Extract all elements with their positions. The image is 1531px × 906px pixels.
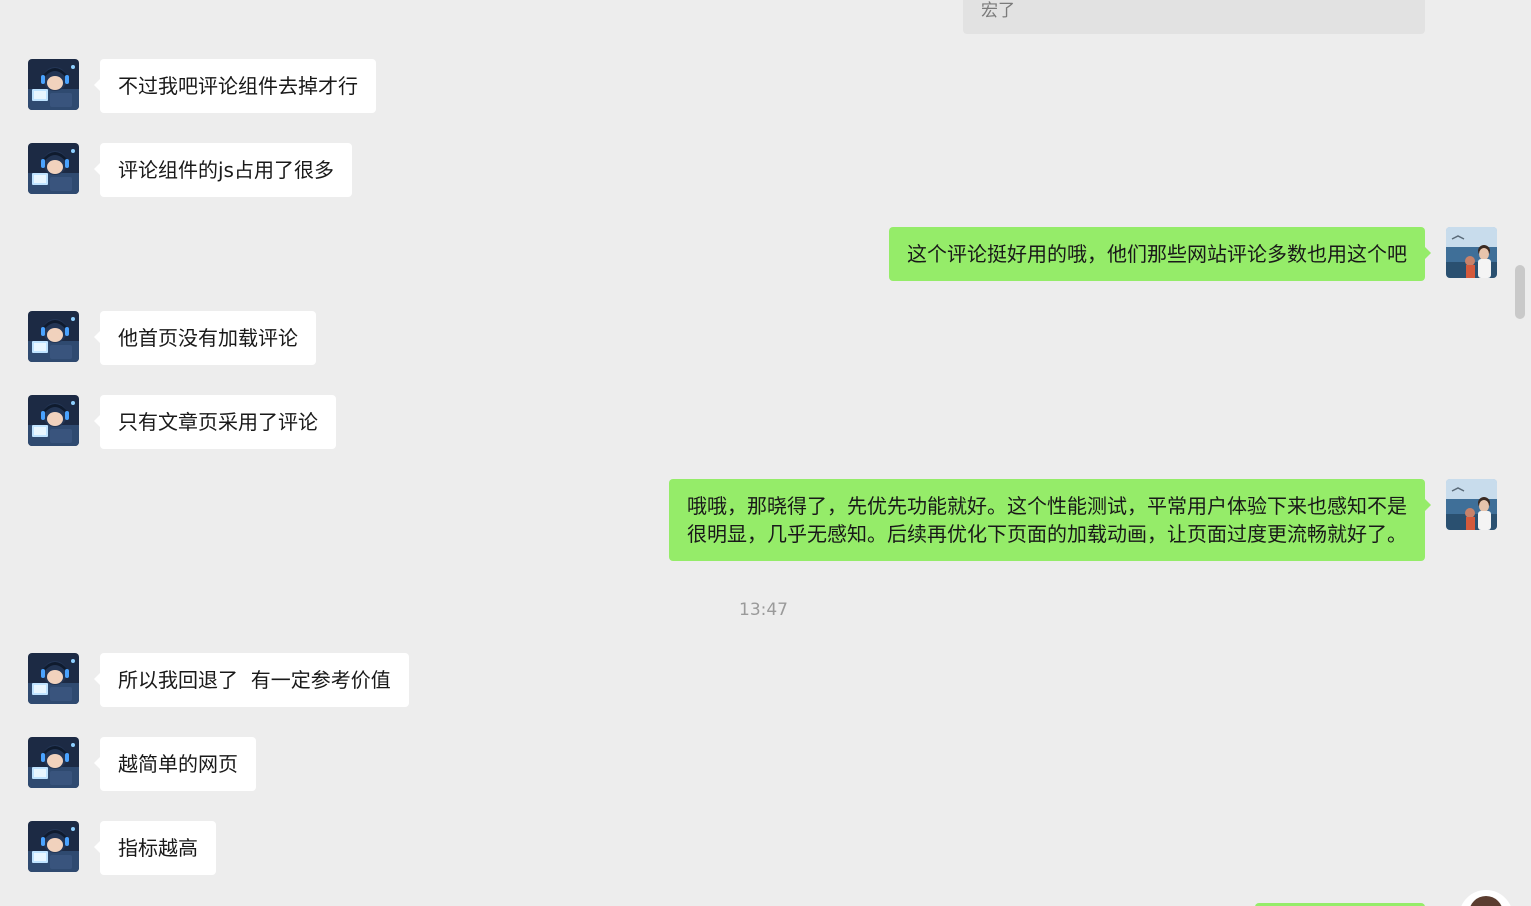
self-avatar-icon[interactable] xyxy=(1446,227,1497,278)
self-avatar-icon[interactable] xyxy=(1446,479,1497,530)
incoming-message-bubble[interactable]: 越简单的网页 xyxy=(94,737,256,791)
outgoing-message-bubble[interactable]: 这个评论挺好用的哦，他们那些网站评论多数也用这个吧 xyxy=(889,227,1431,281)
incoming-message-bubble[interactable]: 评论组件的js占用了很多 xyxy=(94,143,352,197)
incoming-message-bubble[interactable]: 只有文章页采用了评论 xyxy=(94,395,336,449)
contact-avatar-icon[interactable] xyxy=(28,821,79,872)
scrollbar-thumb[interactable] xyxy=(1515,265,1525,319)
message-line: 哦哦，那晓得了，先优先功能就好。这个性能测试，平常用户体验下来也感知不是 xyxy=(687,494,1407,518)
incoming-message-bubble[interactable]: 所以我回退了 有一定参考价值 xyxy=(94,653,409,707)
message-timestamp: 13:47 xyxy=(739,600,788,620)
incoming-message-bubble[interactable]: 他首页没有加载评论 xyxy=(94,311,316,365)
contact-avatar-icon[interactable] xyxy=(28,653,79,704)
contact-avatar-icon[interactable] xyxy=(28,143,79,194)
self-avatar-partial-icon[interactable] xyxy=(1459,890,1513,906)
outgoing-message-bubble[interactable]: 哦哦，那晓得了，先优先功能就好。这个性能测试，平常用户体验下来也感知不是 很明显… xyxy=(669,479,1431,561)
contact-avatar-icon[interactable] xyxy=(28,311,79,362)
chat-message-area[interactable]: 宏了 不过我吧评论组件去掉才行 评论组件的js占用了很多 这个评论挺好用的哦，他… xyxy=(0,0,1531,906)
message-line: 很明显，几乎无感知。后续再优化下页面的加载动画，让页面过度更流畅就好了。 xyxy=(687,522,1407,546)
contact-avatar-icon[interactable] xyxy=(28,737,79,788)
quoted-message-text: 宏了 xyxy=(981,1,1015,21)
incoming-message-bubble[interactable]: 指标越高 xyxy=(94,821,216,875)
contact-avatar-icon[interactable] xyxy=(28,395,79,446)
quoted-message[interactable]: 宏了 xyxy=(963,0,1425,34)
incoming-message-bubble[interactable]: 不过我吧评论组件去掉才行 xyxy=(94,59,376,113)
contact-avatar-icon[interactable] xyxy=(28,59,79,110)
